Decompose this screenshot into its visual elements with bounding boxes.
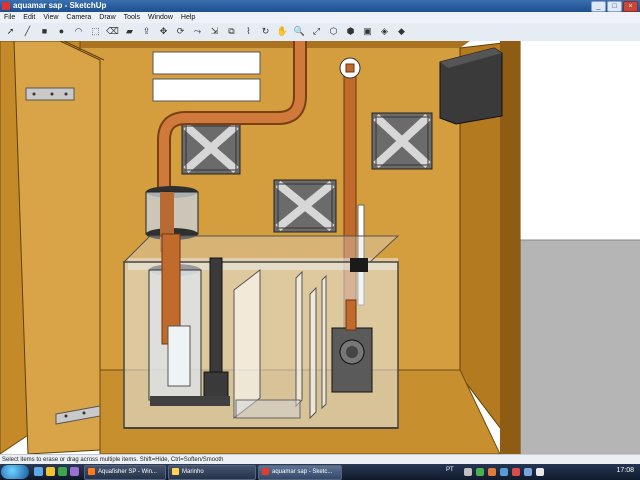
- rotate-tool-icon[interactable]: ⟳: [174, 25, 187, 38]
- minimize-button[interactable]: _: [591, 1, 606, 12]
- menu-edit[interactable]: Edit: [19, 12, 39, 23]
- right-door-edge: [500, 41, 520, 454]
- title-bar: aquamar sap - SketchUp _ □ ×: [0, 0, 640, 12]
- sky-area: [520, 41, 640, 241]
- label-panel-2: [152, 78, 261, 102]
- window-controls: _ □ ×: [591, 1, 638, 12]
- eraser-tool-icon[interactable]: ⌫: [106, 25, 119, 38]
- tray-icon[interactable]: [500, 468, 508, 476]
- maximize-button[interactable]: □: [607, 1, 622, 12]
- network-icon[interactable]: [524, 468, 532, 476]
- ground-plane: [520, 240, 640, 454]
- folder-icon: [172, 467, 179, 475]
- zoom-tool-icon[interactable]: 🔍: [293, 25, 306, 38]
- select-tool-icon[interactable]: ➚: [4, 25, 17, 38]
- circle-tool-icon[interactable]: ●: [55, 25, 68, 38]
- top-shelf: [70, 41, 470, 48]
- share-model-icon[interactable]: ⬢: [344, 25, 357, 38]
- styles-icon[interactable]: ◆: [395, 25, 408, 38]
- components-icon[interactable]: ▣: [361, 25, 374, 38]
- menu-camera[interactable]: Camera: [62, 12, 95, 23]
- main-toolbar: ➚ ╱ ■ ● ◠ ⬚ ⌫ ▰ ⇪ ✥ ⟳ ⤳ ⇲ ⧉ ⌇ ↻ ✋ 🔍 ⤢ ⬡ ⬢ ▣ ◈ ◆: [0, 23, 640, 42]
- taskbar-item-aquafisher[interactable]: Aquafisher SP - Win...: [84, 465, 166, 480]
- fan-vent-center: [273, 179, 337, 233]
- menu-tools[interactable]: Tools: [120, 12, 144, 23]
- model-viewport[interactable]: [0, 41, 640, 454]
- tray-icon[interactable]: [488, 468, 496, 476]
- sketchup-icon: [262, 467, 269, 475]
- scale-tool-icon[interactable]: ⇲: [208, 25, 221, 38]
- push-pull-icon[interactable]: ⇪: [140, 25, 153, 38]
- rectangle-tool-icon[interactable]: ■: [38, 25, 51, 38]
- media-player-icon[interactable]: [70, 467, 79, 476]
- follow-me-icon[interactable]: ⤳: [191, 25, 204, 38]
- make-component-icon[interactable]: ⬚: [89, 25, 102, 38]
- menu-draw[interactable]: Draw: [95, 12, 119, 23]
- materials-icon[interactable]: ◈: [378, 25, 391, 38]
- taskbar-item-marinho[interactable]: Marinho: [168, 465, 256, 480]
- os-taskbar: Aquafisher SP - Win... Marinho aquamar s…: [0, 464, 640, 480]
- browser-icon[interactable]: [58, 467, 67, 476]
- clock[interactable]: 17:08: [616, 467, 634, 474]
- volume-icon[interactable]: [536, 468, 544, 476]
- menu-help[interactable]: Help: [177, 12, 199, 23]
- fan-vent-left: [181, 121, 241, 175]
- tray-icon[interactable]: [464, 468, 472, 476]
- move-tool-icon[interactable]: ✥: [157, 25, 170, 38]
- taskbar-item-sketchup[interactable]: aquamar sap - Sketc...: [258, 465, 342, 480]
- menu-view[interactable]: View: [39, 12, 62, 23]
- menu-window[interactable]: Window: [144, 12, 177, 23]
- tape-measure-icon[interactable]: ⌇: [242, 25, 255, 38]
- menu-file[interactable]: File: [0, 12, 19, 23]
- scene-drawing: [0, 41, 640, 454]
- line-tool-icon[interactable]: ╱: [21, 25, 34, 38]
- zoom-extents-icon[interactable]: ⤢: [310, 25, 323, 38]
- get-models-icon[interactable]: ⬡: [327, 25, 340, 38]
- orbit-tool-icon[interactable]: ↻: [259, 25, 272, 38]
- tray-icon[interactable]: [512, 468, 520, 476]
- explorer-icon[interactable]: [46, 467, 55, 476]
- arc-tool-icon[interactable]: ◠: [72, 25, 85, 38]
- window-title: aquamar sap - SketchUp: [13, 1, 107, 10]
- left-door: [13, 41, 101, 454]
- offset-tool-icon[interactable]: ⧉: [225, 25, 238, 38]
- show-desktop-icon[interactable]: [34, 467, 43, 476]
- label-panel-1: [152, 51, 261, 75]
- system-tray: PT 17:08: [440, 464, 640, 480]
- fan-vent-right: [371, 112, 433, 170]
- close-button[interactable]: ×: [623, 1, 638, 12]
- firefox-icon: [88, 467, 95, 475]
- tray-icon[interactable]: [476, 468, 484, 476]
- paint-bucket-icon[interactable]: ▰: [123, 25, 136, 38]
- pan-tool-icon[interactable]: ✋: [276, 25, 289, 38]
- sketchup-app-icon: [2, 2, 10, 10]
- language-indicator[interactable]: PT: [446, 467, 454, 473]
- start-button[interactable]: [1, 465, 29, 479]
